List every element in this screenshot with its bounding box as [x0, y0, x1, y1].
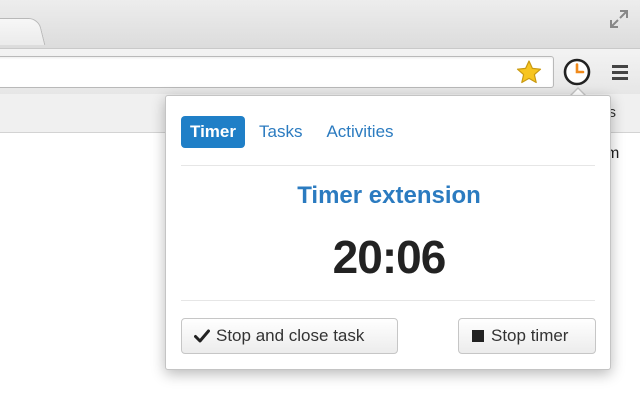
stop-timer-label: Stop timer: [491, 326, 569, 345]
extension-popup: Timer Tasks Activities Timer extension 2…: [165, 95, 611, 370]
new-tab-button[interactable]: [0, 18, 46, 45]
divider: [181, 300, 595, 301]
tab-tasks[interactable]: Tasks: [249, 116, 312, 148]
browser-tabstrip: [0, 0, 640, 48]
stop-square-icon: [471, 329, 485, 343]
hamburger-menu-icon[interactable]: [610, 62, 630, 82]
browser-toolbar: [0, 48, 640, 95]
clock-icon[interactable]: [562, 57, 592, 87]
fullscreen-icon[interactable]: [608, 8, 630, 30]
timer-display: 20:06: [332, 231, 447, 283]
stop-and-close-task-button[interactable]: Stop and close task: [181, 318, 398, 354]
stop-and-close-task-label: Stop and close task: [216, 326, 365, 345]
checkmark-icon: [194, 328, 210, 344]
address-bar[interactable]: [0, 56, 554, 88]
stop-timer-button[interactable]: Stop timer: [458, 318, 596, 354]
star-icon[interactable]: [515, 59, 543, 85]
tab-activities[interactable]: Activities: [316, 116, 403, 148]
divider: [181, 165, 595, 166]
popup-tabs: Timer Tasks Activities: [181, 116, 404, 148]
tab-timer[interactable]: Timer: [181, 116, 245, 148]
extension-title: Timer extension: [297, 182, 481, 209]
